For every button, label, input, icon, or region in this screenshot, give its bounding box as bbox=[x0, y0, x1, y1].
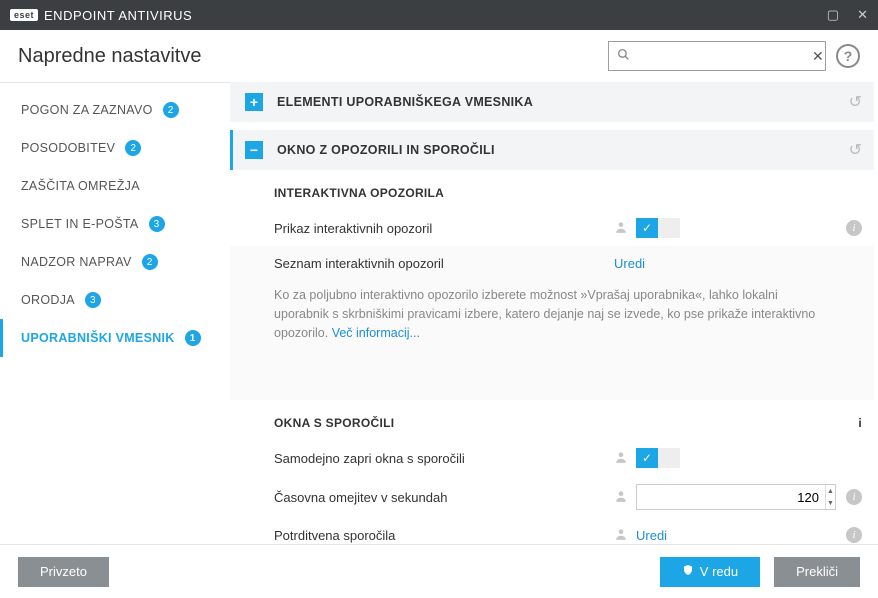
toggle-auto-close[interactable]: ✓ bbox=[636, 448, 680, 468]
row-auto-close: Samodejno zapri okna s sporočili ✓ bbox=[230, 440, 874, 476]
revert-icon[interactable]: ↺ bbox=[849, 92, 862, 112]
page-title: Napredne nastavitve bbox=[18, 45, 201, 68]
subsection-message-windows: OKNA S SPOROČILI i bbox=[230, 400, 874, 440]
sidebar-item-device[interactable]: NADZOR NAPRAV 2 bbox=[0, 243, 230, 281]
section-title: OKNO Z OPOZORILI IN SPOROČILI bbox=[277, 143, 495, 157]
sidebar-badge: 3 bbox=[85, 292, 101, 308]
timeout-input[interactable] bbox=[637, 490, 825, 505]
expand-icon: + bbox=[245, 93, 263, 111]
setting-label: Seznam interaktivnih opozoril bbox=[274, 256, 614, 271]
sidebar-item-label: POSODOBITEV bbox=[21, 141, 115, 155]
window-controls: ▢ ✕ bbox=[827, 7, 868, 23]
row-timeout: Časovna omejitev v sekundah ▲ ▼ bbox=[230, 476, 874, 518]
info-icon[interactable]: i bbox=[846, 489, 862, 505]
user-icon bbox=[614, 220, 628, 237]
sidebar-item-network[interactable]: ZAŠČITA OMREŽJA bbox=[0, 167, 230, 205]
section-title: ELEMENTI UPORABNIŠKEGA VMESNIKA bbox=[277, 95, 533, 109]
sidebar-item-label: ZAŠČITA OMREŽJA bbox=[21, 179, 140, 193]
sidebar-badge: 3 bbox=[149, 216, 165, 232]
footer: Privzeto V redu Prekliči bbox=[0, 544, 878, 598]
search-clear-icon[interactable]: ✕ bbox=[812, 48, 824, 65]
shield-icon bbox=[682, 564, 694, 579]
user-icon bbox=[614, 450, 628, 467]
toggle-show-alerts[interactable]: ✓ bbox=[636, 218, 680, 238]
sidebar-item-web-email[interactable]: SPLET IN E-POŠTA 3 bbox=[0, 205, 230, 243]
edit-link[interactable]: Uredi bbox=[614, 256, 645, 271]
sidebar-badge: 2 bbox=[142, 254, 158, 270]
brand-text: ENDPOINT ANTIVIRUS bbox=[44, 8, 192, 23]
sidebar-item-label: UPORABNIŠKI VMESNIK bbox=[21, 331, 175, 345]
search-icon bbox=[617, 48, 630, 64]
close-icon[interactable]: ✕ bbox=[857, 7, 868, 23]
info-icon[interactable]: i bbox=[858, 416, 862, 430]
setting-label: Prikaz interaktivnih opozoril bbox=[274, 221, 614, 236]
alert-description: Ko za poljubno interaktivno opozorilo iz… bbox=[230, 280, 874, 360]
brand-logo: eset bbox=[10, 9, 38, 21]
header: Napredne nastavitve ✕ ? bbox=[0, 30, 878, 82]
spinner-up-icon[interactable]: ▲ bbox=[826, 485, 835, 497]
sidebar-badge: 2 bbox=[125, 140, 141, 156]
section-alerts: − OKNO Z OPOZORILI IN SPOROČILI ↺ INTERA… bbox=[230, 130, 874, 544]
more-info-link[interactable]: Več informacij... bbox=[332, 326, 420, 340]
sidebar-item-update[interactable]: POSODOBITEV 2 bbox=[0, 129, 230, 167]
search-input[interactable] bbox=[636, 49, 812, 64]
setting-label: Samodejno zapri okna s sporočili bbox=[274, 451, 614, 466]
titlebar: eset ENDPOINT ANTIVIRUS ▢ ✕ bbox=[0, 0, 878, 30]
search-box[interactable]: ✕ bbox=[608, 41, 826, 71]
edit-link[interactable]: Uredi bbox=[636, 528, 667, 543]
row-alert-list: Seznam interaktivnih opozoril Uredi bbox=[230, 246, 874, 280]
sidebar-item-label: SPLET IN E-POŠTA bbox=[21, 217, 139, 231]
row-show-interactive-alerts: Prikaz interaktivnih opozoril ✓ i bbox=[230, 210, 874, 246]
user-icon bbox=[614, 489, 628, 506]
user-icon bbox=[614, 527, 628, 544]
spinner-down-icon[interactable]: ▼ bbox=[826, 497, 835, 509]
help-icon[interactable]: ? bbox=[836, 44, 860, 68]
default-button[interactable]: Privzeto bbox=[18, 557, 109, 587]
sidebar: POGON ZA ZAZNAVO 2 POSODOBITEV 2 ZAŠČITA… bbox=[0, 82, 230, 544]
section-header-alerts[interactable]: − OKNO Z OPOZORILI IN SPOROČILI ↺ bbox=[230, 130, 874, 170]
cancel-button[interactable]: Prekliči bbox=[774, 557, 860, 587]
sidebar-item-label: ORODJA bbox=[21, 293, 75, 307]
revert-icon[interactable]: ↺ bbox=[849, 140, 862, 160]
setting-label: Potrditvena sporočila bbox=[274, 528, 614, 543]
sidebar-item-tools[interactable]: ORODJA 3 bbox=[0, 281, 230, 319]
sidebar-badge: 1 bbox=[185, 330, 201, 346]
sidebar-item-ui[interactable]: UPORABNIŠKI VMESNIK 1 bbox=[0, 319, 230, 357]
sidebar-badge: 2 bbox=[163, 102, 179, 118]
sidebar-item-label: NADZOR NAPRAV bbox=[21, 255, 132, 269]
section-ui-elements: + ELEMENTI UPORABNIŠKEGA VMESNIKA ↺ bbox=[230, 82, 874, 122]
ok-button[interactable]: V redu bbox=[660, 557, 760, 587]
section-header-ui-elements[interactable]: + ELEMENTI UPORABNIŠKEGA VMESNIKA ↺ bbox=[230, 82, 874, 122]
subsection-interactive-alerts: INTERAKTIVNA OPOZORILA bbox=[230, 170, 874, 210]
sidebar-item-detection[interactable]: POGON ZA ZAZNAVO 2 bbox=[0, 91, 230, 129]
timeout-spinner[interactable]: ▲ ▼ bbox=[636, 484, 836, 510]
sidebar-item-label: POGON ZA ZAZNAVO bbox=[21, 103, 153, 117]
setting-label: Časovna omejitev v sekundah bbox=[274, 490, 614, 505]
content-pane: + ELEMENTI UPORABNIŠKEGA VMESNIKA ↺ − OK… bbox=[230, 82, 878, 544]
info-icon[interactable]: i bbox=[846, 527, 862, 543]
maximize-icon[interactable]: ▢ bbox=[827, 7, 839, 23]
collapse-icon: − bbox=[245, 141, 263, 159]
info-icon[interactable]: i bbox=[846, 220, 862, 236]
row-confirmation-messages: Potrditvena sporočila Uredi i bbox=[230, 518, 874, 544]
